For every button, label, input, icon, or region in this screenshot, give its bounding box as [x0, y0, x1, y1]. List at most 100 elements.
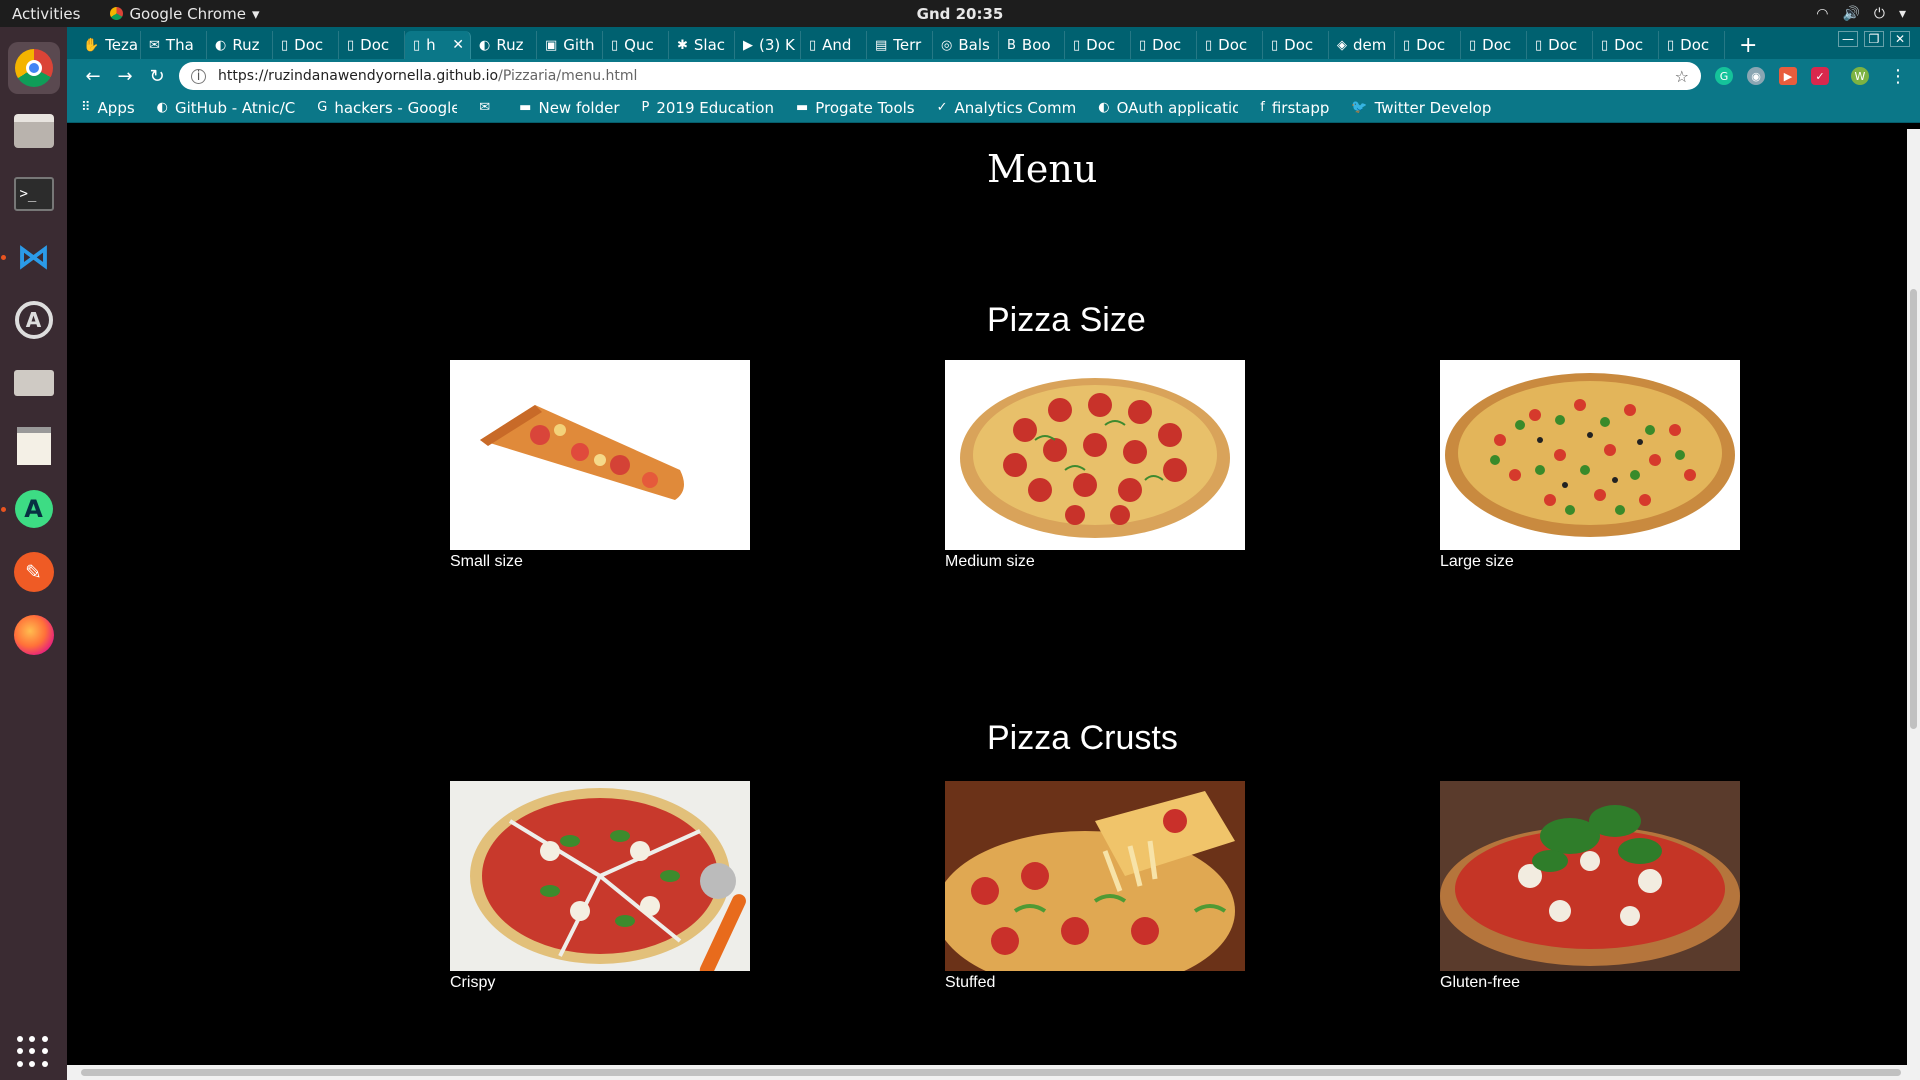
browser-tab[interactable]: ▯ Doc: [1461, 31, 1527, 59]
bookmark-item[interactable]: ✓ Analytics Comm: [937, 99, 1077, 117]
browser-tab[interactable]: ✉ Tha: [141, 31, 207, 59]
browser-tab[interactable]: ▯ Doc: [1395, 31, 1461, 59]
menu-card-small[interactable]: Small size: [450, 360, 750, 571]
profile-avatar-icon[interactable]: W: [1851, 67, 1869, 85]
scrollbar-thumb[interactable]: [81, 1069, 1901, 1076]
bookmark-item[interactable]: 🐦 Twitter Develop: [1351, 99, 1491, 117]
show-applications-icon[interactable]: [17, 1036, 49, 1068]
tab-label: dem: [1353, 36, 1387, 54]
bookmark-item[interactable]: ◐ OAuth applicatio: [1098, 99, 1238, 117]
tab-label: Quc: [624, 36, 654, 54]
twitter-icon: 🐦: [1351, 100, 1368, 115]
folder-icon: ▬: [519, 100, 532, 115]
browser-tab[interactable]: ◐ Ruz: [471, 31, 537, 59]
scrollbar-thumb[interactable]: [1910, 289, 1917, 729]
bookmark-item[interactable]: ⠿ Apps: [81, 99, 135, 117]
bookmark-star-icon[interactable]: ☆: [1675, 67, 1689, 86]
browser-tab[interactable]: ▯ Doc: [1527, 31, 1593, 59]
bookmark-item[interactable]: ✉: [479, 100, 497, 115]
browser-tab[interactable]: ▯ Doc: [273, 31, 339, 59]
browser-tab[interactable]: ▯ Doc: [1197, 31, 1263, 59]
browser-tab[interactable]: ▤ Terr: [867, 31, 933, 59]
menu-card-crispy[interactable]: Crispy: [450, 781, 750, 992]
tab-label: Terr: [893, 36, 922, 54]
bookmark-item[interactable]: Ghackers - Google: [317, 99, 457, 117]
menu-card-large[interactable]: Large size: [1440, 360, 1740, 571]
browser-tab[interactable]: ▯ Quc: [603, 31, 669, 59]
browser-tab[interactable]: ▯ Doc: [339, 31, 405, 59]
bookmark-item[interactable]: P 2019 Education: [642, 99, 774, 117]
doc-icon: ▯: [809, 37, 817, 53]
browser-tab[interactable]: ▯ Doc: [1131, 31, 1197, 59]
dock-chrome[interactable]: [7, 42, 60, 94]
menu-card-stuffed[interactable]: Stuffed: [945, 781, 1245, 992]
browser-tab[interactable]: ▯ Doc: [1263, 31, 1329, 59]
browser-tab[interactable]: ◎ Bals: [933, 31, 999, 59]
browser-tab[interactable]: B Boo: [999, 31, 1065, 59]
extension-icon[interactable]: ◉: [1747, 67, 1765, 85]
page-content: Menu Pizza Size Small size Medium size L…: [67, 129, 1907, 1065]
horizontal-scrollbar[interactable]: [67, 1065, 1920, 1080]
info-icon[interactable]: i: [191, 68, 206, 84]
browser-tab[interactable]: ✋ Teza: [75, 31, 141, 59]
doc-icon: ▯: [1073, 37, 1081, 53]
slack-icon: ✱: [677, 37, 688, 53]
browser-tab[interactable]: ▯ Doc: [1659, 31, 1725, 59]
browser-tab[interactable]: ◈ dem: [1329, 31, 1395, 59]
gmail-icon: ✉: [149, 37, 160, 53]
tab-label: Teza: [105, 36, 139, 54]
system-top-bar: Activities Google Chrome ▾ Gnd 20:35 ◠ 🔊…: [0, 0, 1920, 27]
close-icon[interactable]: ✕: [1890, 31, 1910, 47]
browser-tab[interactable]: ◐ Ruz: [207, 31, 273, 59]
url-host: https://ruzindanawendyornella.github.io: [218, 68, 499, 84]
browser-tab[interactable]: ▯ Doc: [1065, 31, 1131, 59]
grammarly-icon[interactable]: G: [1715, 67, 1733, 85]
dock-files[interactable]: [8, 105, 60, 157]
back-button[interactable]: ←: [77, 66, 109, 87]
browser-tab[interactable]: ▣ Gith: [537, 31, 603, 59]
reload-button[interactable]: ↻: [141, 66, 173, 87]
browser-tab[interactable]: ▯ h ✕: [405, 31, 471, 59]
browser-tab[interactable]: ▯ Doc: [1593, 31, 1659, 59]
activities-button[interactable]: Activities: [12, 5, 80, 23]
menu-card-gluten-free[interactable]: Gluten-free: [1440, 781, 1740, 992]
dock-postman[interactable]: ✎: [8, 546, 60, 598]
vertical-scrollbar[interactable]: [1907, 129, 1920, 1065]
printer-icon: [13, 370, 54, 396]
dock-terminal[interactable]: >_: [8, 168, 60, 220]
dock-firefox[interactable]: [8, 609, 60, 661]
bookmark-item[interactable]: f firstapp: [1260, 99, 1329, 117]
close-tab-icon[interactable]: ✕: [452, 37, 464, 53]
github-icon: ◐: [479, 37, 491, 53]
dock-software-updater[interactable]: A: [8, 294, 60, 346]
bookmark-item[interactable]: ◐ GitHub - Atnic/C: [157, 99, 296, 117]
minimize-icon[interactable]: —: [1838, 31, 1858, 47]
clock[interactable]: Gnd 20:35: [917, 5, 1004, 23]
terminal-icon: ▤: [875, 37, 888, 53]
app-menu[interactable]: Google Chrome ▾: [110, 5, 259, 23]
browser-tab[interactable]: ✱ Slac: [669, 31, 735, 59]
dock-printer[interactable]: [8, 357, 60, 409]
dock-vscode[interactable]: ⋈: [0, 231, 60, 283]
browser-tab[interactable]: ▯ And: [801, 31, 867, 59]
bookmark-label: Twitter Develop: [1374, 98, 1492, 117]
extension-icon[interactable]: ✓: [1811, 67, 1829, 85]
extension-icon[interactable]: ▶: [1779, 67, 1797, 85]
bookmark-item[interactable]: ▬ New folder: [519, 99, 619, 117]
page-title: Menu: [987, 147, 1098, 191]
lock-icon: ▣: [545, 37, 558, 53]
menu-card-medium[interactable]: Medium size: [945, 360, 1245, 571]
restore-icon[interactable]: ❐: [1864, 31, 1884, 47]
bookmark-label: Analytics Comm: [954, 98, 1077, 117]
dock-text-editor[interactable]: [8, 420, 60, 472]
github-icon: ◐: [156, 100, 168, 115]
dock-android-studio[interactable]: A: [0, 483, 60, 535]
browser-tab[interactable]: ▶ (3) K: [735, 31, 801, 59]
system-tray[interactable]: ◠ 🔊 ⏻ ▾: [1816, 6, 1906, 22]
bookmark-item[interactable]: ▬ Progate Tools: [796, 99, 915, 117]
new-tab-button[interactable]: +: [1739, 31, 1757, 59]
tab-label: Doc: [1152, 36, 1182, 54]
forward-button[interactable]: →: [109, 66, 141, 87]
chrome-menu-icon[interactable]: ⋮: [1889, 66, 1907, 87]
address-bar[interactable]: i https://ruzindanawendyornella.github.i…: [179, 62, 1701, 90]
